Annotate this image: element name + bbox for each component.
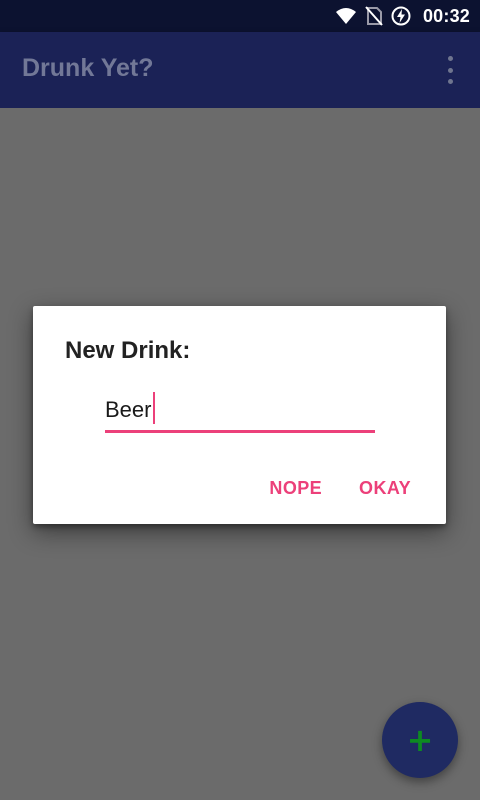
no-sim-icon bbox=[365, 6, 383, 26]
overflow-menu-icon[interactable] bbox=[440, 56, 460, 84]
battery-charging-icon bbox=[391, 6, 411, 26]
app-title: Drunk Yet? bbox=[22, 54, 154, 82]
drink-name-input[interactable] bbox=[105, 390, 375, 433]
menu-dot bbox=[447, 67, 453, 73]
wifi-icon bbox=[335, 6, 357, 26]
dialog-title: New Drink: bbox=[65, 337, 191, 364]
okay-button[interactable]: OKAY bbox=[359, 478, 411, 499]
add-drink-fab[interactable]: + bbox=[382, 702, 458, 778]
menu-dot bbox=[447, 56, 453, 61]
new-drink-dialog: New Drink: NOPE OKAY bbox=[33, 306, 446, 524]
menu-dot bbox=[447, 79, 453, 84]
dialog-actions: NOPE OKAY bbox=[269, 478, 411, 499]
text-cursor bbox=[153, 392, 155, 424]
status-icons: 00:32 bbox=[335, 0, 470, 32]
nope-button[interactable]: NOPE bbox=[269, 478, 322, 499]
plus-icon: + bbox=[406, 721, 434, 759]
app-bar: Drunk Yet? bbox=[0, 32, 480, 108]
status-bar: 00:32 bbox=[0, 0, 480, 32]
status-time: 00:32 bbox=[422, 5, 470, 26]
